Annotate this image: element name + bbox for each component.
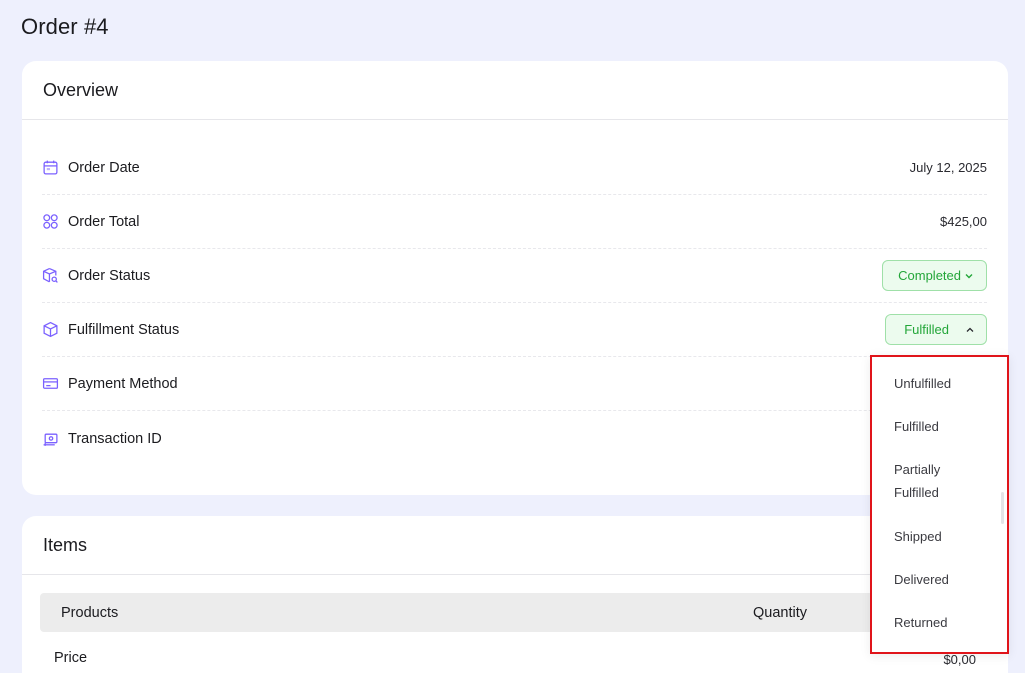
box-icon [42,321,59,338]
price-value: $0,00 [943,652,976,667]
payment-method-label: Payment Method [68,375,178,392]
fulfillment-status-menu: Unfulfilled Fulfilled Partially Fulfille… [870,355,1009,654]
order-date-value: July 12, 2025 [909,160,987,175]
order-date-row: Order Date July 12, 2025 [42,141,987,195]
calendar-icon [42,159,59,176]
order-total-label: Order Total [68,213,140,230]
items-card: Items Products Quantity Price $0,00 [22,516,1008,673]
order-status-row: Order Status Completed [42,249,987,303]
order-status-value: Completed [898,268,961,283]
coins-icon [42,213,59,230]
box-search-icon [42,267,59,284]
column-quantity: Quantity [753,604,807,621]
order-date-label: Order Date [68,159,140,176]
column-products: Products [61,604,119,621]
fulfillment-status-value: Fulfilled [904,322,949,337]
option-partially-fulfilled[interactable]: Partially Fulfilled [894,458,954,504]
price-label: Price [54,650,88,666]
order-total-row: Order Total $425,00 [42,195,987,249]
overview-card: Overview Order Date July 12, 2025 Order … [22,61,1008,495]
chevron-up-icon [966,327,974,332]
order-total-value: $425,00 [940,214,987,229]
payment-method-row: Payment Method [42,357,987,411]
fulfillment-status-label: Fulfillment Status [68,321,180,338]
card-icon [42,375,59,392]
option-returned[interactable]: Returned [894,611,984,634]
dropdown-scrollbar[interactable] [1001,492,1004,524]
page-title: Order #4 [21,14,109,39]
fulfillment-status-row: Fulfillment Status Fulfilled [42,303,987,357]
fulfillment-status-dropdown[interactable]: Fulfilled [885,314,987,345]
overview-header: Overview [22,61,1008,120]
chevron-down-icon [965,273,973,278]
option-shipped[interactable]: Shipped [894,525,984,548]
order-status-dropdown[interactable]: Completed [882,260,987,291]
option-unfulfilled[interactable]: Unfulfilled [894,372,984,395]
items-header: Items [22,516,1008,575]
option-delivered[interactable]: Delivered [894,568,984,591]
transaction-id-label: Transaction ID [68,431,162,447]
receipt-icon [42,431,59,448]
transaction-id-row: Transaction ID [42,411,987,467]
option-fulfilled[interactable]: Fulfilled [894,415,984,438]
order-status-label: Order Status [68,267,151,284]
price-row: Price $0,00 [54,650,976,667]
items-table-header: Products Quantity [40,593,1008,632]
